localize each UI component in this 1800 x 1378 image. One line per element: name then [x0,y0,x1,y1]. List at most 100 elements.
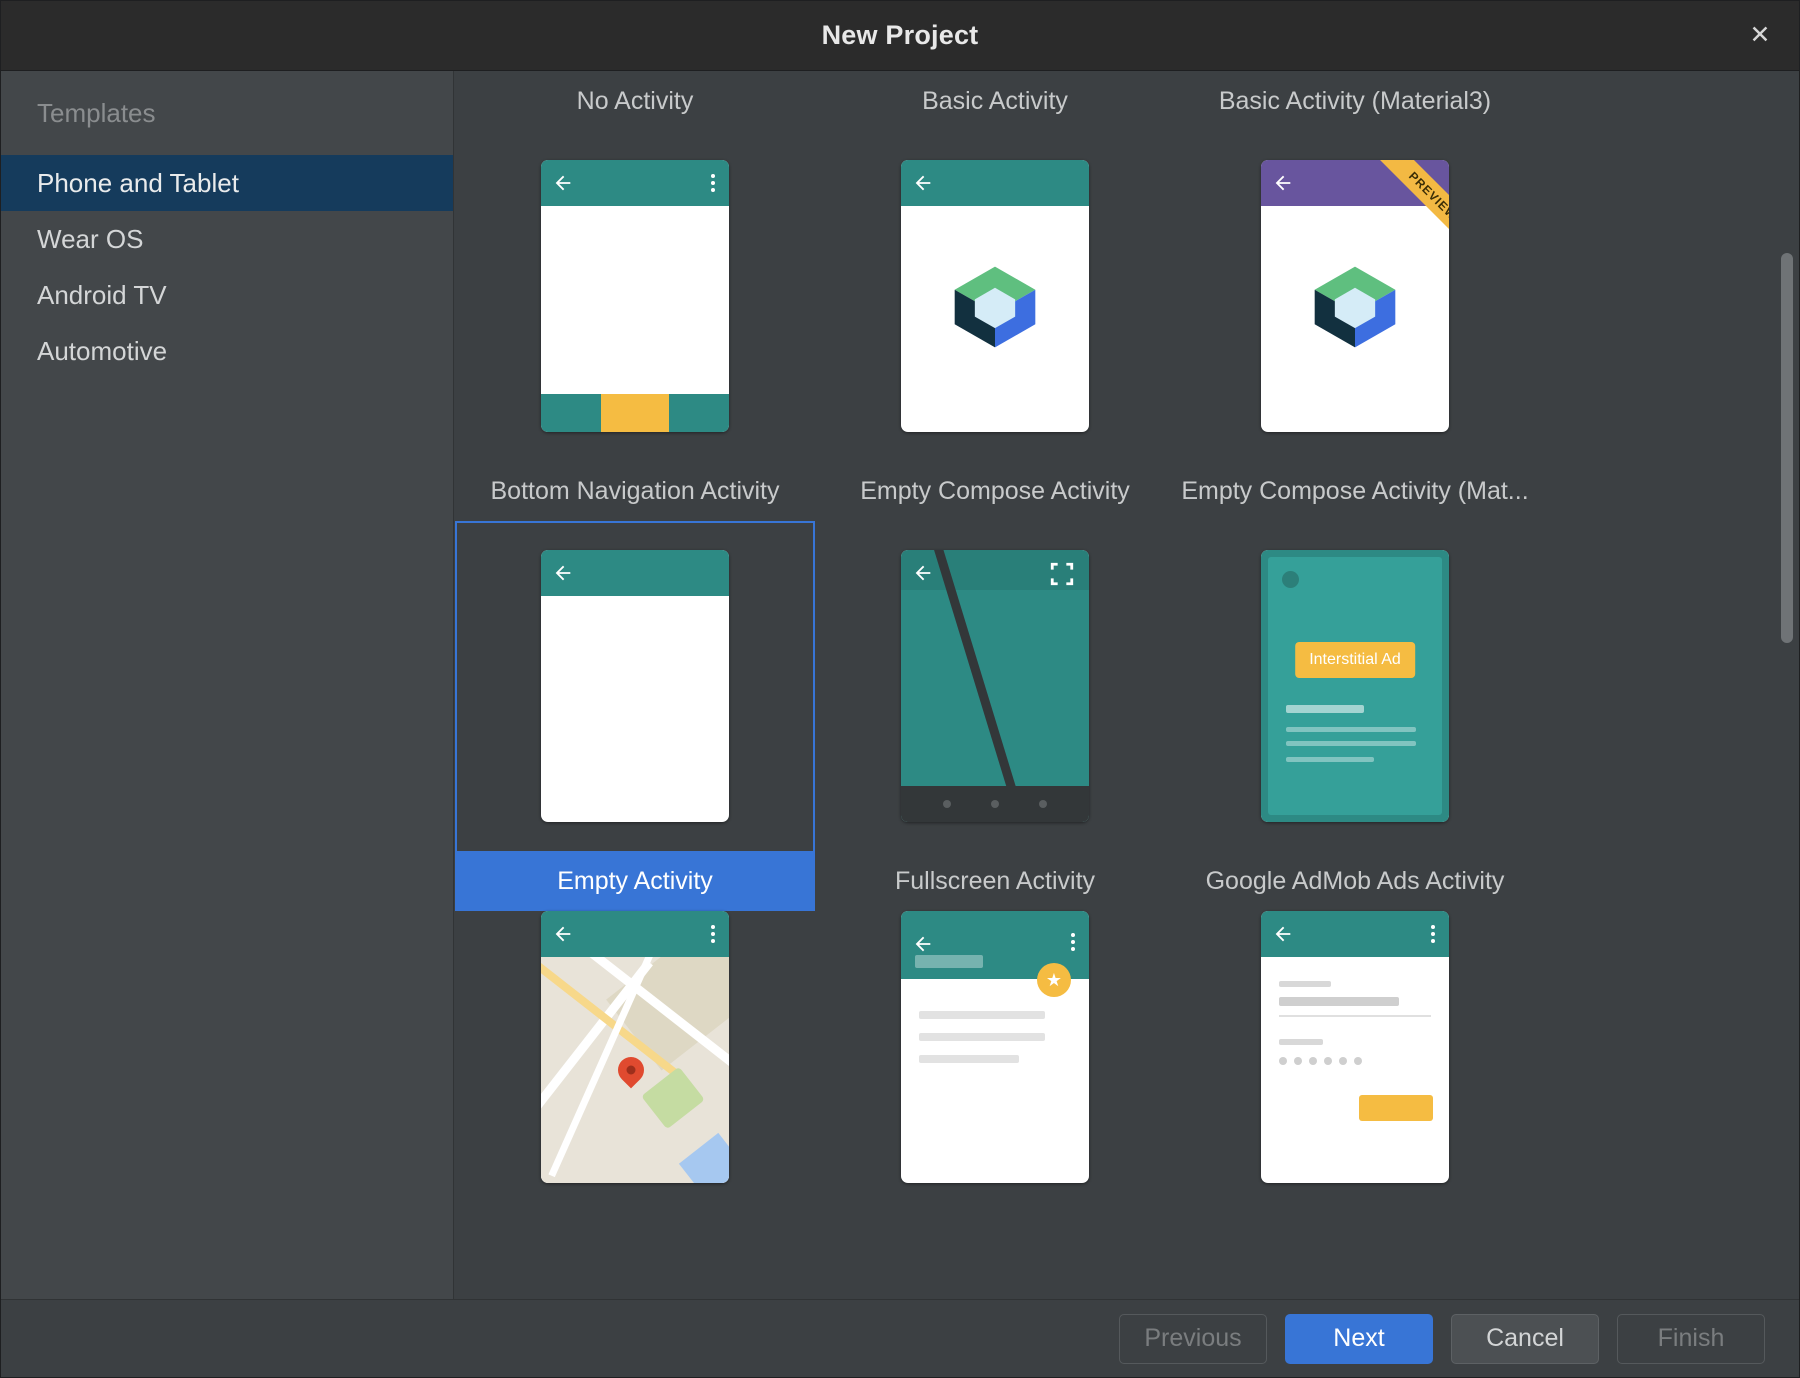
jetpack-compose-logo-icon [1307,259,1403,355]
field-caption [1279,1039,1323,1045]
template-card-login-activity[interactable] [1175,911,1535,1211]
template-label-selected: Empty Activity [455,851,815,911]
password-field[interactable] [1279,1057,1362,1065]
template-card-bottom-navigation-activity[interactable]: Bottom Navigation Activity [455,461,815,521]
template-card-google-admob-ads-activity[interactable]: Interstitial Ad Google AdMob Ads Activit… [1175,521,1535,911]
template-label: Empty Compose Activity (Mat... [1175,461,1535,521]
template-card-empty-activity[interactable]: Empty Activity [455,521,815,911]
map-pin-icon [613,1052,650,1089]
thumb-appbar [1261,160,1449,206]
content-line [919,1011,1045,1019]
templates-grid: No Activity [455,71,1799,1211]
template-label: Basic Activity [815,71,1175,131]
template-card-basic-activity-material3[interactable]: Basic Activity (Material3) [1175,71,1535,461]
sidebar-item-phone-and-tablet[interactable]: Phone and Tablet [1,155,453,211]
sidebar-item-label: Phone and Tablet [37,168,239,199]
template-thumbnail [815,521,1175,851]
admob-text-line [1286,757,1374,762]
template-card-fullscreen-activity[interactable]: Fullscreen Activity [815,521,1175,911]
admob-surface: Interstitial Ad [1261,550,1449,822]
previous-button[interactable]: Previous [1119,1314,1267,1364]
back-arrow-icon [1272,172,1294,194]
dialog-footer: Previous Next Cancel Finish [1,1299,1799,1377]
sidebar-item-automotive[interactable]: Automotive [1,323,453,379]
toolbar-title-placeholder [915,955,983,968]
cancel-button[interactable]: Cancel [1451,1314,1599,1364]
template-label: Bottom Navigation Activity [455,461,815,521]
template-thumbnail [455,131,815,461]
fullscreen-surface [901,550,1089,822]
dialog-body: Templates Phone and Tablet Wear OS Andro… [1,71,1799,1299]
interstitial-ad-button[interactable]: Interstitial Ad [1295,642,1415,678]
dialog-titlebar: New Project ✕ [1,1,1799,71]
sidebar-item-wear-os[interactable]: Wear OS [1,211,453,267]
field-underline [1279,1015,1431,1017]
thumb-appbar [541,550,729,596]
templates-pane[interactable]: No Activity [454,71,1799,1299]
sidebar-header: Templates [1,71,453,155]
sidebar-item-label: Wear OS [37,224,143,255]
template-card-basic-activity[interactable]: Basic Activity [815,71,1175,461]
thumb-no-activity [541,160,729,432]
close-icon[interactable]: ✕ [1743,19,1777,53]
back-arrow-icon [552,923,574,945]
fullscreen-expand-icon [1049,561,1075,587]
dialog-title: New Project [822,20,979,51]
template-thumbnail: Interstitial Ad [1175,521,1535,851]
template-thumbnail: PREVIEW [1175,131,1535,461]
bottom-bar-segment [669,394,729,432]
template-label: Fullscreen Activity [815,851,1175,911]
template-card-basic-views-activity[interactable]: ★ [815,911,1175,1211]
admob-text-line [1286,741,1416,746]
template-label: No Activity [455,71,815,131]
back-arrow-icon [912,172,934,194]
template-thumbnail [815,131,1175,461]
admob-text-line [1286,705,1364,713]
back-arrow-icon [912,933,934,955]
thumb-fullscreen-activity [901,550,1089,822]
sign-in-button[interactable] [1359,1095,1433,1121]
content-line [919,1033,1045,1041]
bottom-bar-segment-active [601,394,670,432]
thumb-bottom-bar [541,394,729,432]
star-fab-button[interactable]: ★ [1037,963,1071,997]
admob-avatar-dot [1282,571,1299,588]
map-park [641,1067,705,1130]
map-canvas [541,957,729,1183]
template-card-empty-compose-activity[interactable]: Empty Compose Activity [815,461,1175,521]
jetpack-compose-logo-icon [947,259,1043,355]
thumb-appbar [1261,911,1449,957]
template-label: Basic Activity (Material3) [1175,71,1535,131]
thumb-appbar [901,160,1089,206]
thumb-admob-activity: Interstitial Ad [1261,550,1449,822]
back-arrow-icon [552,562,574,584]
thumb-basic-activity-m3: PREVIEW [1261,160,1449,432]
map-water [679,1133,729,1183]
overflow-menu-icon [1071,933,1075,951]
template-card-google-maps-activity[interactable] [455,911,815,1211]
sidebar-item-label: Automotive [37,336,167,367]
back-arrow-icon [552,172,574,194]
template-label: Google AdMob Ads Activity [1175,851,1535,911]
templates-scrollbar[interactable] [1781,253,1793,643]
template-card-empty-compose-activity-material3[interactable]: Empty Compose Activity (Mat... [1175,461,1535,521]
email-field[interactable] [1279,997,1399,1006]
overflow-menu-icon [711,174,715,192]
finish-button[interactable]: Finish [1617,1314,1765,1364]
thumb-appbar [541,911,729,957]
sidebar-item-android-tv[interactable]: Android TV [1,267,453,323]
fullscreen-navbar [901,786,1089,822]
new-project-dialog: New Project ✕ Templates Phone and Tablet… [0,0,1800,1378]
thumb-maps-activity [541,911,729,1183]
template-card-no-activity[interactable]: No Activity [455,71,815,461]
fullscreen-diagonal-stripe [931,550,1039,822]
template-thumbnail [455,521,815,851]
template-label: Empty Compose Activity [815,461,1175,521]
back-arrow-icon [912,562,934,584]
back-arrow-icon [1272,923,1294,945]
field-caption [1279,981,1331,987]
next-button[interactable]: Next [1285,1314,1433,1364]
thumb-empty-activity [541,550,729,822]
template-thumbnail [1175,911,1535,1211]
bottom-bar-segment [541,394,601,432]
